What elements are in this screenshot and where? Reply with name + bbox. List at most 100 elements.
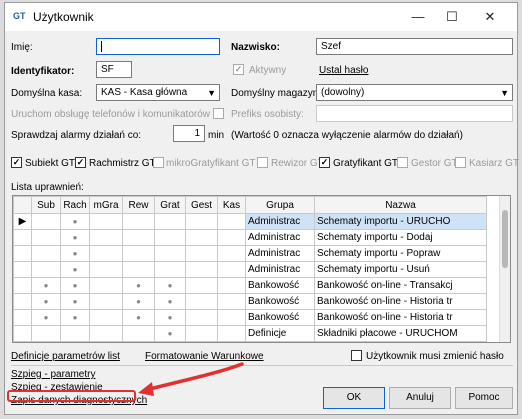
permission-cell[interactable]: ● — [154, 277, 186, 294]
first-name-input[interactable] — [96, 38, 220, 55]
close-icon[interactable]: ✕ — [475, 7, 505, 27]
permission-cell[interactable]: ● — [60, 261, 90, 278]
alarms-input[interactable]: 1 — [173, 125, 205, 142]
group-cell[interactable]: Bankowość — [245, 293, 315, 310]
permission-cell[interactable] — [154, 245, 186, 262]
row-indicator[interactable] — [13, 261, 32, 278]
column-header-sub[interactable]: Sub — [31, 196, 61, 214]
permission-cell[interactable] — [31, 213, 61, 230]
permission-cell[interactable]: ● — [154, 325, 186, 342]
permission-cell[interactable] — [122, 325, 155, 342]
permission-cell[interactable] — [217, 213, 246, 230]
permission-cell[interactable]: ● — [60, 277, 90, 294]
table-row[interactable]: ● ● ● ● Bankowość Bankowość on-line - Histori… — [13, 293, 487, 310]
permission-cell[interactable] — [217, 261, 246, 278]
group-cell[interactable]: Administrac — [245, 213, 315, 230]
permission-cell[interactable]: ● — [122, 277, 155, 294]
permission-cell[interactable] — [89, 229, 123, 246]
ok-button[interactable]: OK — [323, 387, 385, 409]
permission-cell[interactable] — [31, 229, 61, 246]
permission-cell[interactable] — [154, 261, 186, 278]
spy-parameters-link[interactable]: Szpieg - parametry — [11, 369, 95, 380]
permission-cell[interactable] — [89, 261, 123, 278]
role-checkbox-rewizor[interactable] — [257, 157, 268, 168]
column-header-nazwa[interactable]: Nazwa — [314, 196, 487, 214]
scrollbar-thumb[interactable] — [502, 210, 508, 268]
name-cell[interactable]: Schematy importu - Dodaj — [314, 229, 487, 246]
table-row[interactable]: ● Administrac Schematy importu - Popraw — [13, 245, 487, 262]
column-header-grupa[interactable]: Grupa — [245, 196, 315, 214]
column-header-grat[interactable]: Grat — [154, 196, 186, 214]
active-checkbox[interactable]: ✓ — [233, 64, 244, 75]
row-indicator[interactable] — [13, 245, 32, 262]
permission-cell[interactable] — [31, 325, 61, 342]
role-checkbox-kasiarz[interactable] — [455, 157, 466, 168]
column-header-gest[interactable]: Gest — [185, 196, 218, 214]
permission-cell[interactable] — [185, 261, 218, 278]
permission-cell[interactable] — [217, 293, 246, 310]
permission-cell[interactable] — [217, 325, 246, 342]
permission-cell[interactable] — [154, 213, 186, 230]
cancel-button[interactable]: Anuluj — [389, 387, 451, 409]
cash-register-select[interactable]: KAS - Kasa główna ▼ — [96, 84, 220, 101]
group-cell[interactable]: Administrac — [245, 261, 315, 278]
permission-cell[interactable] — [185, 229, 218, 246]
permission-cell[interactable] — [122, 341, 155, 342]
permission-cell[interactable]: ● — [122, 309, 155, 326]
name-cell[interactable]: Bankowość on-line - Historia tr — [314, 293, 487, 310]
column-header-kas[interactable]: Kas — [217, 196, 246, 214]
permission-cell[interactable]: ● — [31, 309, 61, 326]
role-checkbox-gratyfikant[interactable]: ✓ — [319, 157, 330, 168]
row-indicator[interactable] — [13, 293, 32, 310]
role-checkbox-subiekt[interactable]: ✓ — [11, 157, 22, 168]
permission-cell[interactable]: ● — [154, 341, 186, 342]
row-indicator[interactable] — [13, 325, 32, 342]
row-indicator[interactable] — [13, 229, 32, 246]
permission-cell[interactable] — [217, 341, 246, 342]
warehouse-select[interactable]: (dowolny) ▼ — [316, 84, 513, 101]
permission-cell[interactable] — [122, 213, 155, 230]
name-cell[interactable]: Składniki płacowe - URUCHOM — [314, 325, 487, 342]
role-checkbox-gestor[interactable] — [397, 157, 408, 168]
row-indicator[interactable] — [13, 277, 32, 294]
permission-cell[interactable]: ● — [60, 293, 90, 310]
role-checkbox-mikrogratyfikant[interactable] — [153, 157, 164, 168]
name-cell[interactable]: Schematy importu - Usuń — [314, 261, 487, 278]
name-cell[interactable]: Składniki płacowe - Dodaj — [314, 341, 487, 342]
group-cell[interactable]: Definicje — [245, 325, 315, 342]
group-cell[interactable]: Administrac — [245, 245, 315, 262]
minimize-icon[interactable]: — — [403, 7, 433, 27]
role-checkbox-rachmistrz[interactable]: ✓ — [75, 157, 86, 168]
permission-cell[interactable]: ● — [31, 293, 61, 310]
permission-cell[interactable] — [89, 293, 123, 310]
permission-cell[interactable]: ● — [60, 229, 90, 246]
grid-scrollbar[interactable] — [499, 196, 510, 342]
permission-cell[interactable] — [122, 229, 155, 246]
permission-cell[interactable] — [89, 325, 123, 342]
permission-cell[interactable] — [31, 261, 61, 278]
column-header-rew[interactable]: Rew — [122, 196, 155, 214]
must-change-password-checkbox[interactable] — [351, 350, 362, 361]
table-row[interactable]: ● ● ● ● Bankowość Bankowość on-line - Histori… — [13, 309, 487, 326]
table-row[interactable]: ● DefinicjeSkładniki płacowe - Dodaj — [13, 341, 487, 342]
permission-cell[interactable] — [89, 277, 123, 294]
row-indicator[interactable] — [13, 309, 32, 326]
permission-cell[interactable]: ● — [60, 213, 90, 230]
permission-cell[interactable] — [185, 325, 218, 342]
set-password-link[interactable]: Ustal hasło — [319, 65, 368, 76]
name-cell[interactable]: Bankowość on-line - Historia tr — [314, 309, 487, 326]
identifier-input[interactable]: SF — [96, 61, 132, 78]
permission-cell[interactable] — [31, 341, 61, 342]
permission-cell[interactable] — [60, 341, 90, 342]
permission-cell[interactable] — [89, 245, 123, 262]
column-header-mgra[interactable]: mGra — [89, 196, 123, 214]
permission-cell[interactable] — [185, 277, 218, 294]
permission-cell[interactable] — [217, 309, 246, 326]
permission-cell[interactable] — [122, 261, 155, 278]
help-button[interactable]: Pomoc — [455, 387, 513, 409]
permission-cell[interactable]: ● — [122, 293, 155, 310]
permissions-grid[interactable]: Sub Rach mGra Rew Grat Gest Kas Grupa Na… — [12, 195, 511, 343]
table-row[interactable]: ● Administrac Schematy importu - Dodaj — [13, 229, 487, 246]
name-cell[interactable]: Bankowość on-line - Transakcj — [314, 277, 487, 294]
group-cell[interactable]: Bankowość — [245, 309, 315, 326]
